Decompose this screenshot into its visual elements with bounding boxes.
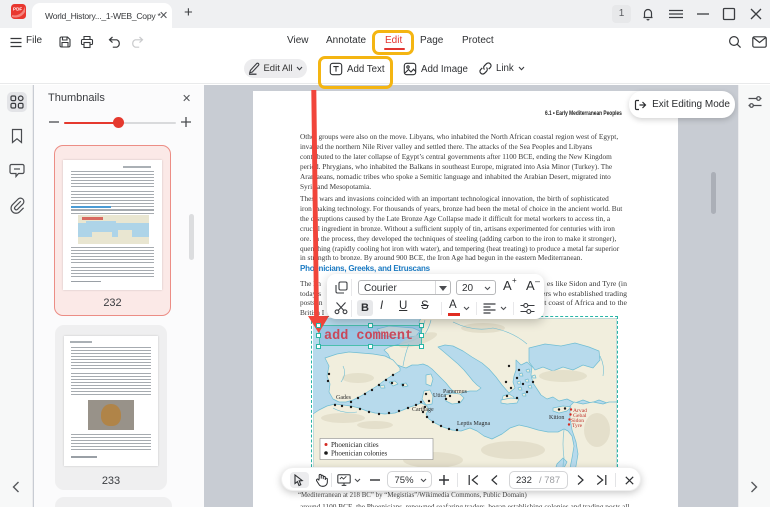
svg-text:PDF: PDF: [13, 7, 22, 12]
